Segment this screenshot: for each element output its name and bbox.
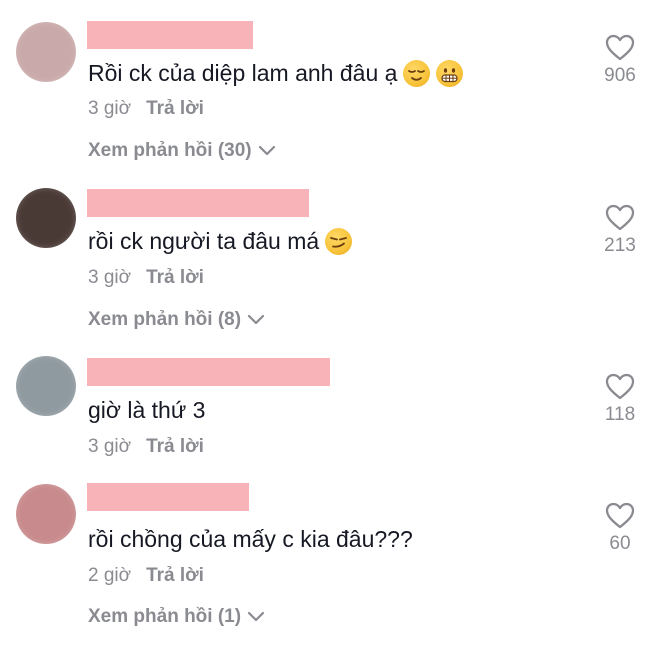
like-button[interactable]: 60 — [590, 502, 650, 555]
avatar[interactable] — [16, 356, 76, 416]
comment-time: 3 giờ — [88, 436, 132, 457]
comment-text: rồi ck người ta đâu má — [88, 228, 320, 254]
view-replies-button[interactable]: Xem phản hồi (1) — [88, 606, 265, 628]
comment-text-row: rồi chồng của mấy c kia đâu??? — [88, 526, 413, 553]
comment-meta: 3 giờ Trả lời — [88, 436, 204, 458]
relieved-face-emoji — [403, 60, 431, 87]
redacted-username — [87, 358, 330, 386]
comment-text-row: rồi ck người ta đâu má — [88, 228, 353, 255]
comment-time: 3 giờ — [88, 267, 132, 288]
redacted-username — [87, 21, 253, 49]
chevron-down-icon — [247, 611, 265, 622]
reply-button[interactable]: Trả lời — [146, 565, 204, 587]
heart-outline-icon — [605, 34, 635, 61]
reply-button[interactable]: Trả lời — [146, 98, 204, 120]
view-replies-button[interactable]: Xem phản hồi (8) — [88, 309, 265, 331]
like-button[interactable]: 906 — [590, 34, 650, 87]
heart-outline-icon — [605, 502, 635, 529]
redacted-username — [87, 189, 309, 217]
comment-time: 3 giờ — [88, 98, 132, 119]
redacted-username — [87, 483, 249, 511]
comment-text: Rồi ck của diệp lam anh đâu ạ — [88, 60, 398, 86]
avatar[interactable] — [16, 188, 76, 248]
smirking-face-emoji — [325, 228, 353, 255]
like-count: 906 — [604, 65, 636, 86]
comment-meta: 3 giờ Trả lời — [88, 267, 204, 289]
chevron-down-icon — [258, 145, 275, 156]
avatar[interactable] — [16, 484, 76, 544]
like-count: 60 — [609, 533, 631, 554]
heart-outline-icon — [605, 204, 635, 231]
like-button[interactable]: 118 — [590, 373, 650, 426]
view-replies-label: Xem phản hồi (8) — [88, 309, 242, 330]
comment-meta: 2 giờ Trả lời — [88, 565, 204, 587]
comment-text: rồi chồng của mấy c kia đâu??? — [88, 526, 413, 552]
like-count: 118 — [604, 404, 636, 425]
comment-text-row: giờ là thứ 3 — [88, 397, 205, 424]
view-replies-label: Xem phản hồi (1) — [88, 606, 242, 627]
comment-time: 2 giờ — [88, 565, 132, 586]
view-replies-button[interactable]: Xem phản hồi (30) — [88, 140, 276, 162]
chevron-down-icon — [247, 314, 265, 325]
grimacing-face-emoji — [436, 60, 464, 87]
heart-outline-icon — [605, 373, 635, 400]
avatar[interactable] — [16, 22, 76, 82]
comment-text: giờ là thứ 3 — [88, 397, 206, 423]
comment-list: Rồi ck của diệp lam anh đâu ạ 3 giờ Trả … — [0, 0, 660, 650]
like-button[interactable]: 213 — [590, 204, 650, 257]
reply-button[interactable]: Trả lời — [146, 436, 204, 458]
view-replies-label: Xem phản hồi (30) — [88, 140, 252, 161]
like-count: 213 — [604, 235, 636, 256]
comment-text-row: Rồi ck của diệp lam anh đâu ạ — [88, 60, 464, 87]
comment-meta: 3 giờ Trả lời — [88, 98, 204, 120]
reply-button[interactable]: Trả lời — [146, 267, 204, 289]
